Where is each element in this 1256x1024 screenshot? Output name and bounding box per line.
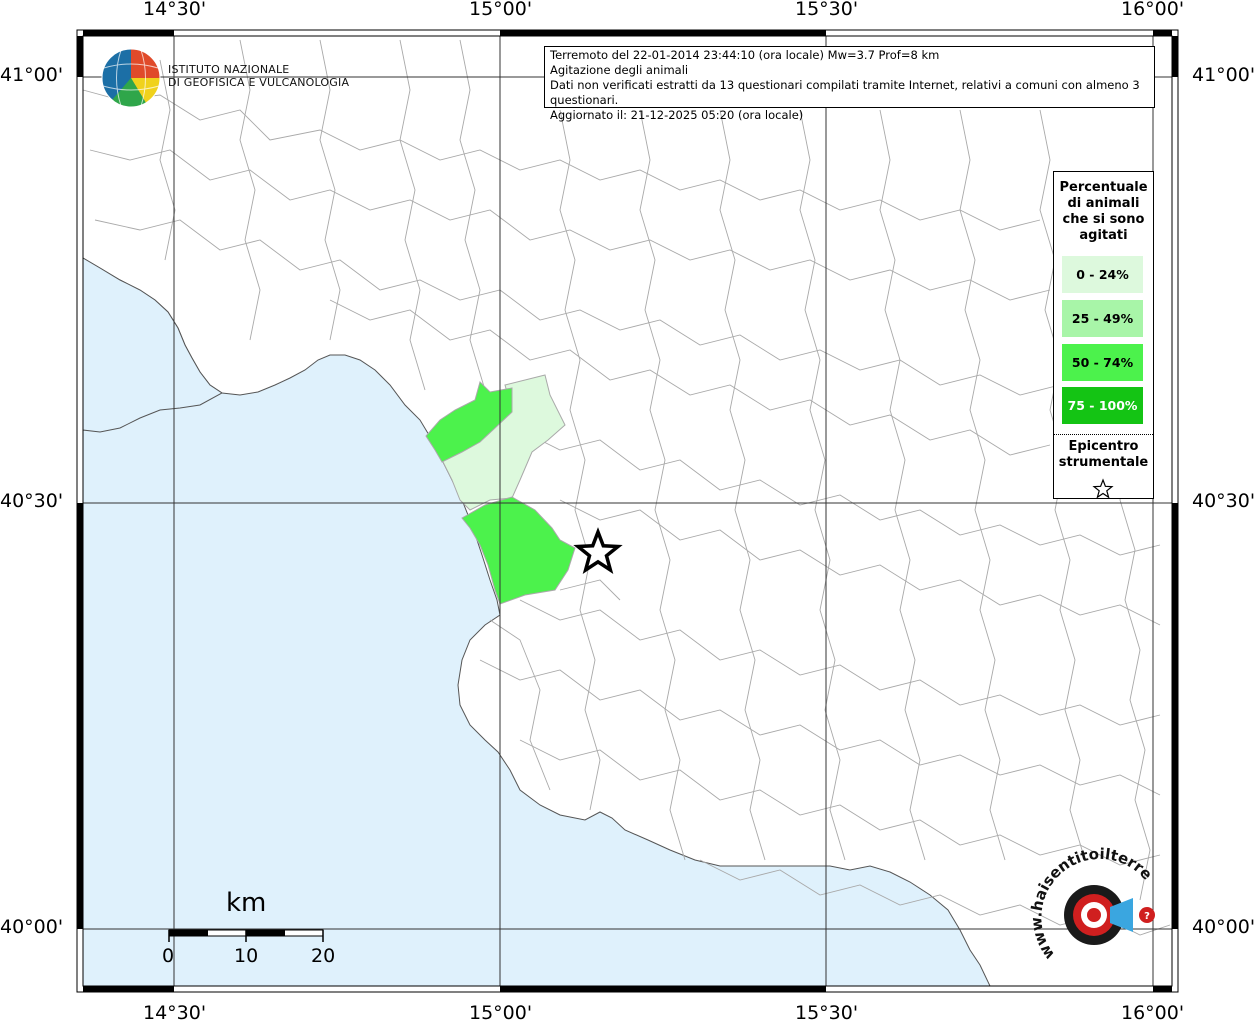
- left-tick-label: 40°30': [0, 490, 64, 512]
- event-info-line2: Agitazione degli animali: [550, 63, 689, 77]
- legend-item-label: 50 - 74%: [1071, 355, 1134, 370]
- legend-title: Percentuale di animali che si sono agita…: [1059, 180, 1148, 243]
- legend-item-75-100: 75 - 100%: [1062, 387, 1143, 424]
- left-tick-label: 40°00': [0, 916, 64, 938]
- event-info-line1: Terremoto del 22-01-2014 23:44:10 (ora l…: [550, 48, 940, 62]
- scale-tick-label: 10: [234, 945, 259, 967]
- right-tick-label: 40°30': [1192, 490, 1256, 512]
- map-canvas: ? www.haisentitoilterremoto.it: [0, 0, 1179, 993]
- bottom-tick-label: 16°00': [1121, 1002, 1185, 1024]
- right-tick-label: 41°00': [1192, 64, 1256, 86]
- ingv-logo-line2: DI GEOFISICA E VULCANOLOGIA: [168, 76, 350, 89]
- event-info-line4: Aggiornato il: 21-12-2025 05:20 (ora loc…: [550, 108, 804, 122]
- legend-item-25-49: 25 - 49%: [1062, 300, 1143, 337]
- svg-text:?: ?: [1144, 911, 1150, 922]
- right-tick-label: 40°00': [1192, 916, 1256, 938]
- legend-epicenter-label: Epicentro strumentale: [1058, 439, 1149, 470]
- legend-item-50-74: 50 - 74%: [1062, 344, 1143, 381]
- bottom-tick-label: 15°00': [469, 1002, 533, 1024]
- top-tick-label: 15°30': [795, 0, 859, 20]
- top-tick-label: 15°00': [469, 0, 533, 20]
- left-tick-label: 41°00': [0, 64, 64, 86]
- legend-item-0-24: 0 - 24%: [1062, 256, 1143, 293]
- legend-item-label: 25 - 49%: [1071, 311, 1134, 326]
- scale-unit-label: km: [226, 888, 267, 918]
- bottom-tick-label: 14°30': [143, 1002, 207, 1024]
- legend-item-label: 75 - 100%: [1067, 398, 1138, 413]
- scale-tick-label: 20: [311, 945, 336, 967]
- scale-tick-label: 0: [162, 945, 175, 967]
- legend-item-label: 0 - 24%: [1076, 267, 1129, 282]
- legend: Percentuale di animali che si sono agita…: [1053, 171, 1154, 499]
- event-info-box: Terremoto del 22-01-2014 23:44:10 (ora l…: [544, 46, 1155, 122]
- ingv-logo-line1: ISTITUTO NAZIONALE: [168, 63, 290, 76]
- event-info-line3: Dati non verificati estratti da 13 quest…: [550, 78, 1140, 107]
- ingv-logo-text: ISTITUTO NAZIONALE DI GEOFISICA E VULCAN…: [168, 63, 349, 89]
- ingv-logo-icon: [101, 48, 161, 108]
- legend-star-icon: [1092, 478, 1114, 499]
- top-tick-label: 14°30': [143, 0, 207, 20]
- top-tick-label: 16°00': [1121, 0, 1185, 20]
- legend-divider: [1054, 434, 1153, 435]
- bottom-tick-label: 15°30': [795, 1002, 859, 1024]
